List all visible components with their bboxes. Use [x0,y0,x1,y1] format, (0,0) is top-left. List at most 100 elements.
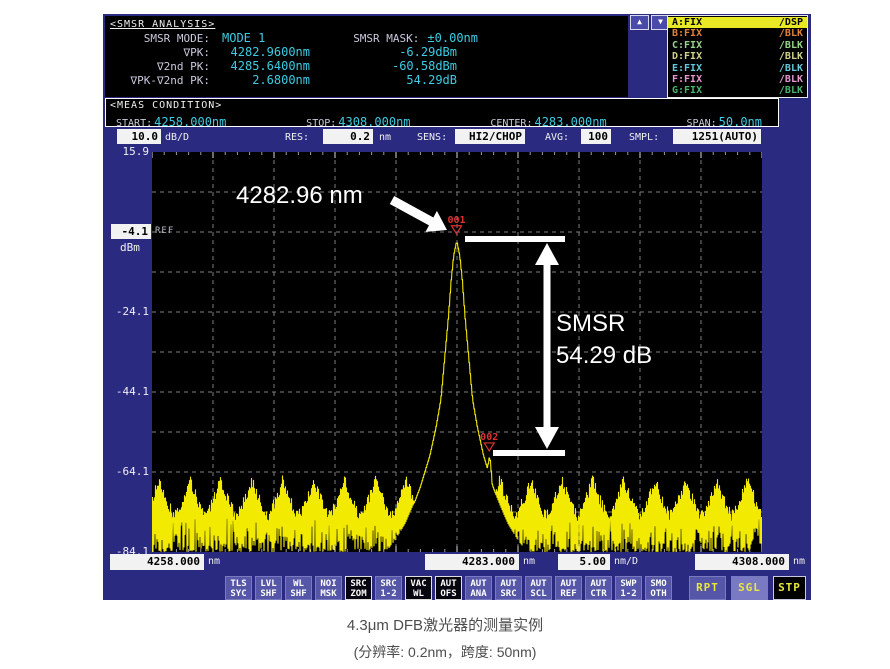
softkey-tls-syc[interactable]: TLSSYC [225,576,252,600]
softkey-line2: OFS [436,589,461,599]
meas-field-value[interactable]: 4308.000nm [338,115,410,129]
setting-value-box[interactable]: HI2/CHOP [455,129,525,144]
x-axis-value-box[interactable]: 4258.000 [110,554,204,570]
x-axis-unit: nm [208,556,220,567]
setting-value-box[interactable]: 100 [581,129,611,144]
meas-field: STOP:4308.000nm [306,111,410,130]
trace-mode: /BLK [779,28,803,39]
smsr-row-label: ∇2nd PK: [105,60,210,73]
smsr-row-label: SMSR MODE: [105,32,210,45]
x-axis-value-box[interactable]: 4283.000 [425,554,519,570]
ref-marker-label: REF [155,226,174,236]
trace-mode: /DSP [779,17,803,28]
softkey-noi-msk[interactable]: NOIMSK [315,576,342,600]
meas-field-value[interactable]: 4258.000nm [154,115,226,129]
trace-row-e[interactable]: E:FIX/BLK [668,63,807,74]
repeat-button[interactable]: RPT [689,576,726,600]
trace-list-panel: A:FIX/DSPB:FIX/BLKC:FIX/BLKD:FIX/BLKE:FI… [667,15,808,98]
smsr-row: ∇PK:4282.9600nm-6.29dBm [105,45,628,59]
softkey-swp-1-2[interactable]: SWP1-2 [615,576,642,600]
softkey-aut-src[interactable]: AUTSRC [495,576,522,600]
meas-field-value[interactable]: 50.0nm [719,115,762,129]
trace-row-c[interactable]: C:FIX/BLK [668,40,807,51]
trace-name: C:FIX [672,40,702,51]
softkey-aut-ctr[interactable]: AUTCTR [585,576,612,600]
meas-field: SPAN:50.0nm [687,111,762,130]
smsr-row-label: ∇PK-∇2nd PK: [105,74,210,87]
setting-unit: dB/D [165,132,189,143]
x-axis-value-box[interactable]: 5.00 [558,554,610,570]
trace-name: E:FIX [672,63,702,74]
smsr-row-value1: MODE 1 [210,31,310,45]
single-button[interactable]: SGL [731,576,768,600]
softkey-aut-ofs[interactable]: AUTOFS [435,576,462,600]
softkey-line2: SHF [256,589,281,599]
spectrum-plot: 001002 REF 4282.96 nm SMSR 54.29 dB [152,152,762,552]
svg-text:002: 002 [480,432,498,443]
meas-field-value[interactable]: 4283.000nm [534,115,606,129]
smsr-row-value2: -60.58dBm [392,59,457,73]
softkey-aut-scl[interactable]: AUTSCL [525,576,552,600]
trace-row-f[interactable]: F:FIX/BLK [668,74,807,85]
softkey-smo-oth[interactable]: SMOOTH [645,576,672,600]
caption-line2: (分辨率: 0.2nm，跨度: 50nm) [0,642,890,662]
y-axis-tick-label: 15.9 [105,145,149,158]
softkey-line2: CTR [586,589,611,599]
trace-mode: /BLK [779,85,803,96]
scroll-up-icon[interactable]: ▲ [630,15,649,30]
smsr-row-value2: ±0.00nm [427,31,478,45]
softkey-src-zom[interactable]: SRCZOM [345,576,372,600]
softkey-line2: ZOM [346,589,371,599]
stop-button[interactable]: STP [773,576,806,600]
meas-condition-panel: <MEAS CONDITION> START:4258.000nmSTOP:43… [105,98,779,127]
setting-value-box[interactable]: 1251(AUTO) [673,129,761,144]
softkey-src-1-2[interactable]: SRC1-2 [375,576,402,600]
trace-row-a[interactable]: A:FIX/DSP [668,17,807,28]
softkey-line1: AUT [526,579,551,589]
trace-name: D:FIX [672,51,702,62]
smsr-row-right: -60.58dBm [310,59,628,73]
softkey-aut-ana[interactable]: AUTANA [465,576,492,600]
ref-level-box[interactable]: -4.1 [111,224,151,239]
softkey-lvl-shf[interactable]: LVLSHF [255,576,282,600]
softkey-vac-wl[interactable]: VACWL [405,576,432,600]
trace-row-d[interactable]: D:FIX/BLK [668,51,807,62]
softkey-line1: AUT [586,579,611,589]
softkey-line2: SHF [286,589,311,599]
smsr-row-value1: 4282.9600nm [210,45,310,59]
softkey-line1: NOI [316,579,341,589]
trace-mode: /BLK [779,74,803,85]
softkey-line1: TLS [226,579,251,589]
x-axis-unit: nm [793,556,805,567]
softkey-line2: REF [556,589,581,599]
softkey-line2: 1-2 [616,589,641,599]
softkey-line2: ANA [466,589,491,599]
setting-value-box[interactable]: 0.2 [323,129,373,144]
setting-label: SENS: [417,132,447,143]
y-axis-tick-label: -44.1 [105,385,149,398]
trace-row-g[interactable]: G:FIX/BLK [668,85,807,96]
osa-screen: <SMSR ANALYSIS> SMSR MODE:MODE 1SMSR MAS… [103,14,811,600]
smsr-row: ∇2nd PK:4285.6400nm-60.58dBm [105,59,628,73]
smsr-row: SMSR MODE:MODE 1SMSR MASK:±0.00nm [105,31,628,45]
trace-name: A:FIX [672,17,702,28]
softkey-aut-ref[interactable]: AUTREF [555,576,582,600]
trace-scroll-buttons: ▲ ▼ [630,15,670,30]
softkey-line1: AUT [556,579,581,589]
softkey-wl-shf[interactable]: WLSHF [285,576,312,600]
softkey-line1: SRC [376,579,401,589]
softkey-line1: SMO [646,579,671,589]
setting-label: AVG: [545,132,569,143]
x-axis-value-box[interactable]: 4308.000 [695,554,789,570]
softkey-line2: SYC [226,589,251,599]
meas-condition-title: <MEAS CONDITION> [106,99,778,111]
meas-condition-fields: START:4258.000nmSTOP:4308.000nmCENTER:42… [106,111,778,130]
trace-row-b[interactable]: B:FIX/BLK [668,28,807,39]
setting-value-box[interactable]: 10.0 [117,129,161,144]
peak-wavelength-annotation: 4282.96 nm [236,182,363,210]
caption-line1: 4.3μm DFB激光器的测量实例 [0,614,890,635]
trace-name: F:FIX [672,74,702,85]
smsr-row-right: -6.29dBm [310,45,628,59]
smsr-row-value2: -6.29dBm [399,45,457,59]
softkey-line1: SRC [346,579,371,589]
